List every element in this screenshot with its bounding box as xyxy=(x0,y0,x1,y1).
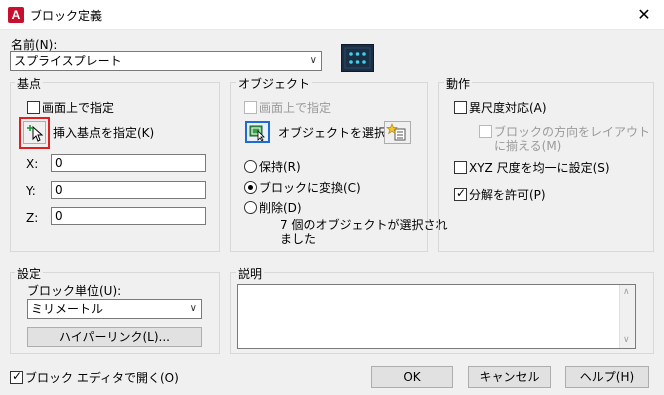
match-orientation-checkbox xyxy=(479,125,492,138)
settings-group-label: 設定 xyxy=(15,265,44,282)
description-group-label: 説明 xyxy=(236,265,265,282)
block-name-combobox[interactable]: スプライスプレート ∨ xyxy=(10,51,322,71)
open-in-block-editor-checkbox[interactable]: ✓ xyxy=(10,369,23,384)
title-bar: A ブロック定義 ✕ xyxy=(0,0,664,30)
objects-specify-on-screen-label: 画面上で指定 xyxy=(259,101,332,115)
z-label: Z: xyxy=(26,211,39,225)
allow-explode-checkbox[interactable]: ✓ xyxy=(454,186,467,201)
chevron-down-icon[interactable]: ∨ xyxy=(190,300,197,318)
close-icon[interactable]: ✕ xyxy=(632,4,656,26)
block-unit-value: ミリメートル xyxy=(31,302,104,316)
checkmark-icon: ✓ xyxy=(456,186,467,200)
cancel-button[interactable]: キャンセル xyxy=(468,366,551,388)
open-in-block-editor-label: ブロック エディタで開く(O) xyxy=(25,371,179,385)
annotative-label: 異尺度対応(A) xyxy=(469,101,547,115)
base-specify-on-screen-label: 画面上で指定 xyxy=(42,101,115,115)
block-unit-select[interactable]: ミリメートル ∨ xyxy=(27,299,202,319)
z-coordinate-input[interactable]: 0 xyxy=(51,207,206,225)
match-orientation-label-line2: に揃える(M) xyxy=(494,139,562,153)
radio-selected-dot xyxy=(248,185,253,190)
description-textarea[interactable]: ∧ ∨ xyxy=(237,284,636,349)
select-objects-button[interactable] xyxy=(245,121,270,143)
retain-radio[interactable] xyxy=(244,160,257,173)
checkmark-icon: ✓ xyxy=(12,369,23,383)
retain-label: 保持(R) xyxy=(259,160,301,174)
block-unit-label: ブロック単位(U): xyxy=(27,284,122,298)
chevron-down-icon[interactable]: ∨ xyxy=(310,52,317,70)
base-point-group-label: 基点 xyxy=(15,75,44,92)
annotative-checkbox[interactable] xyxy=(454,101,467,114)
block-name-value: スプライスプレート xyxy=(14,54,122,68)
help-button[interactable]: ヘルプ(H) xyxy=(565,366,649,388)
objects-specify-on-screen-checkbox xyxy=(244,101,257,114)
delete-radio[interactable] xyxy=(244,201,257,214)
x-label: X: xyxy=(26,157,39,171)
uniform-scale-checkbox[interactable] xyxy=(454,161,467,174)
base-specify-on-screen-checkbox[interactable] xyxy=(27,101,40,114)
delete-label: 削除(D) xyxy=(259,201,302,215)
hyperlink-button[interactable]: ハイパーリンク(L)... xyxy=(27,327,202,347)
select-objects-icon xyxy=(249,125,265,142)
pick-insertion-point-button[interactable] xyxy=(23,121,46,144)
y-coordinate-input[interactable]: 0 xyxy=(51,181,206,199)
scroll-up-icon[interactable]: ∧ xyxy=(623,287,630,297)
convert-to-block-label: ブロックに変換(C) xyxy=(259,181,361,195)
convert-to-block-radio[interactable] xyxy=(244,181,257,194)
y-label: Y: xyxy=(26,184,36,198)
selection-status-line2: ました xyxy=(280,232,317,246)
objects-group-label: オブジェクト xyxy=(236,75,313,92)
scroll-down-icon[interactable]: ∨ xyxy=(623,335,630,345)
quick-select-icon xyxy=(386,123,406,141)
autocad-app-icon: A xyxy=(8,7,24,23)
block-preview-icon xyxy=(341,44,374,72)
pick-insertion-point-label: 挿入基点を指定(K) xyxy=(53,126,155,140)
pick-point-icon xyxy=(27,125,44,142)
uniform-scale-label: XYZ 尺度を均一に設定(S) xyxy=(469,161,610,175)
behavior-group-label: 動作 xyxy=(444,75,473,92)
ok-button[interactable]: OK xyxy=(371,366,453,388)
window-title: ブロック定義 xyxy=(30,9,103,23)
quick-select-button[interactable] xyxy=(384,121,411,144)
description-scrollbar[interactable]: ∧ ∨ xyxy=(619,285,635,348)
x-coordinate-input[interactable]: 0 xyxy=(51,154,206,172)
allow-explode-label: 分解を許可(P) xyxy=(469,188,546,202)
